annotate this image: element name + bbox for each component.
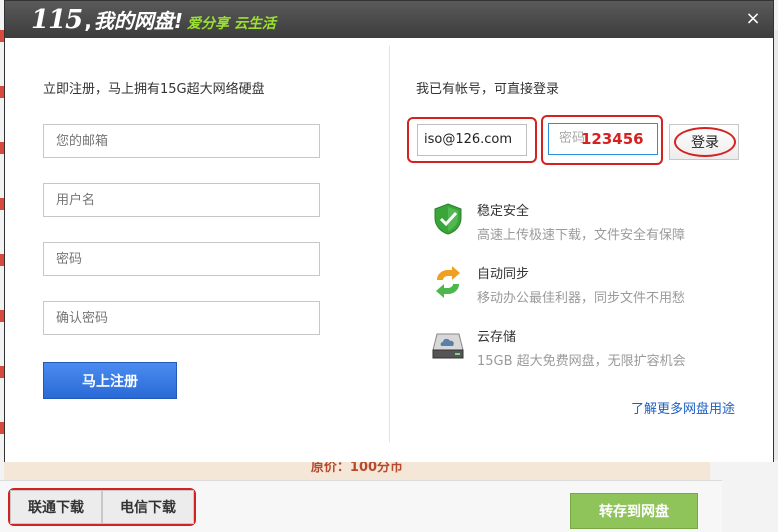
price-text: 原价：100分币 (4, 462, 710, 480)
feature-title: 自动同步 (477, 267, 530, 282)
confirm-password-field[interactable] (43, 301, 320, 335)
more-uses-link[interactable]: 了解更多网盘用途 (631, 398, 735, 417)
register-button[interactable]: 马上注册 (43, 362, 177, 399)
login-username-highlight: iso@126.com (407, 117, 537, 163)
login-password-highlight: 密码 123456 (541, 115, 663, 165)
hard-drive-icon (432, 333, 464, 359)
download-unicom-button[interactable]: 联通下载 (10, 490, 102, 524)
feature-desc: 15GB 超大免费网盘，无限扩容机会 (477, 354, 686, 369)
feature-storage: 云存储 15GB 超大免费网盘，无限扩容机会 (431, 326, 686, 369)
logo-separator: , (84, 9, 92, 33)
login-title: 我已有帐号，可直接登录 (416, 82, 560, 97)
sync-arrows-icon (436, 266, 460, 298)
feature-desc: 移动办公最佳利器，同步文件不用愁 (477, 291, 686, 306)
shield-check-icon (434, 203, 462, 235)
password-field[interactable] (43, 242, 320, 276)
logo-number: 115 (31, 5, 83, 35)
close-icon[interactable]: × (743, 9, 763, 29)
login-button[interactable]: 登录 (669, 124, 739, 160)
username-field[interactable] (43, 183, 320, 217)
email-field[interactable] (43, 124, 320, 158)
feature-title: 稳定安全 (477, 204, 530, 219)
login-username-input[interactable]: iso@126.com (417, 124, 527, 156)
feature-desc: 高速上传极速下载，文件安全有保障 (477, 228, 686, 243)
logo-tagline: 爱分享 云生活 (187, 16, 276, 32)
login-dialog: 115 , 我的网盘! 爱分享 云生活 × 立即注册，马上拥有15G超大网络硬盘… (4, 0, 774, 462)
download-group: 联通下载 电信下载 (8, 488, 196, 526)
feature-sync: 自动同步 移动办公最佳利器，同步文件不用愁 (431, 263, 685, 306)
register-title: 立即注册，马上拥有15G超大网络硬盘 (43, 82, 265, 97)
feature-title: 云存储 (477, 330, 517, 345)
login-password-input[interactable]: 密码 123456 (548, 123, 658, 155)
dialog-content: 立即注册，马上拥有15G超大网络硬盘 马上注册 我已有帐号，可直接登录 iso@… (5, 38, 773, 462)
login-button-label: 登录 (674, 127, 736, 157)
logo: 115 , 我的网盘! 爱分享 云生活 (31, 5, 276, 35)
password-value: 123456 (581, 130, 644, 148)
logo-name: 我的网盘! (93, 9, 184, 33)
save-to-disk-button[interactable]: 转存到网盘 (570, 493, 698, 529)
dialog-title-bar: 115 , 我的网盘! 爱分享 云生活 × (5, 1, 773, 38)
feature-secure: 稳定安全 高速上传极速下载，文件安全有保障 (431, 200, 685, 243)
download-telecom-button[interactable]: 电信下载 (102, 490, 194, 524)
column-divider (389, 46, 390, 442)
